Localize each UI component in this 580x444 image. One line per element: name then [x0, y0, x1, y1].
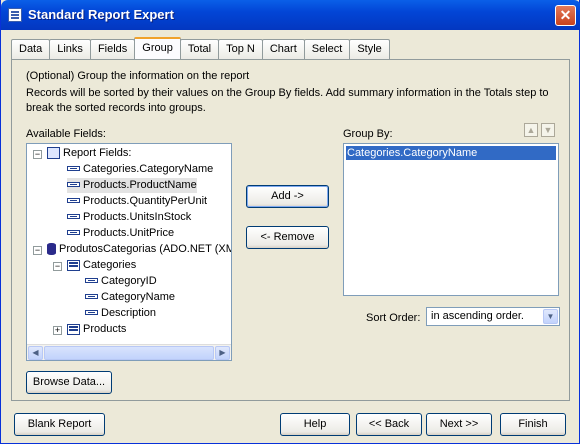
- scroll-right-icon[interactable]: ▶: [215, 346, 230, 360]
- tab-select[interactable]: Select: [303, 39, 351, 59]
- browse-data-button[interactable]: Browse Data...: [26, 371, 112, 394]
- tree-node-report-fields[interactable]: Report Fields:: [47, 146, 131, 161]
- group-by-label: Group By:: [343, 128, 393, 140]
- tree-node-categories[interactable]: Categories: [67, 258, 136, 273]
- tree-node-field[interactable]: CategoryID: [85, 274, 157, 289]
- field-icon: [67, 197, 80, 203]
- tree-node-field[interactable]: Description: [85, 306, 156, 321]
- description-title: (Optional) Group the information on the …: [26, 70, 250, 82]
- move-up-icon[interactable]: ▲: [524, 123, 538, 137]
- tab-group[interactable]: Group: [134, 37, 181, 59]
- tree-node-products[interactable]: Products: [67, 322, 126, 337]
- field-icon: [67, 181, 80, 187]
- available-fields-tree[interactable]: − Report Fields: Categories.CategoryName…: [26, 143, 232, 361]
- field-icon: [67, 165, 80, 171]
- next-button[interactable]: Next >>: [426, 413, 492, 436]
- scrollbar-thumb[interactable]: [44, 346, 214, 360]
- tab-strip: Data Links Fields Group Total Top N Char…: [11, 37, 390, 59]
- tree-node-field[interactable]: CategoryName: [85, 290, 175, 305]
- tab-data[interactable]: Data: [11, 39, 51, 59]
- scroll-left-icon[interactable]: ◀: [28, 346, 43, 360]
- blank-report-button[interactable]: Blank Report: [14, 413, 105, 436]
- add-button[interactable]: Add ->: [246, 185, 329, 208]
- field-icon: [67, 229, 80, 235]
- tab-style[interactable]: Style: [349, 39, 390, 59]
- title-bar[interactable]: Standard Report Expert ✕: [1, 0, 580, 30]
- field-icon: [67, 213, 80, 219]
- collapse-icon[interactable]: −: [53, 262, 62, 271]
- collapse-icon[interactable]: −: [33, 150, 42, 159]
- chevron-down-icon[interactable]: ▼: [543, 309, 558, 324]
- database-icon: [47, 243, 56, 256]
- field-icon: [85, 277, 98, 283]
- sort-order-value: in ascending order.: [431, 310, 524, 322]
- close-button[interactable]: ✕: [555, 5, 576, 26]
- sort-order-select[interactable]: in ascending order. ▼: [426, 307, 560, 326]
- tree-node-field[interactable]: Products.QuantityPerUnit: [67, 194, 207, 209]
- help-button[interactable]: Help: [280, 413, 350, 436]
- description-text: Records will be sorted by their values o…: [26, 87, 549, 114]
- report-icon: [47, 147, 60, 160]
- tree-node-field[interactable]: Products.UnitsInStock: [67, 210, 191, 225]
- tree-node-field[interactable]: Products.UnitPrice: [67, 226, 174, 241]
- field-icon: [85, 309, 98, 315]
- tree-node-field[interactable]: Products.ProductName: [67, 178, 197, 193]
- group-by-list[interactable]: Categories.CategoryName: [343, 143, 559, 296]
- tab-total[interactable]: Total: [179, 39, 220, 59]
- collapse-icon[interactable]: −: [33, 246, 42, 255]
- tree-horizontal-scrollbar[interactable]: ◀ ▶: [27, 344, 231, 360]
- field-icon: [85, 293, 98, 299]
- window-title: Standard Report Expert: [28, 7, 174, 22]
- remove-button[interactable]: <- Remove: [246, 226, 329, 249]
- close-icon: ✕: [559, 7, 572, 23]
- tab-chart[interactable]: Chart: [261, 39, 305, 59]
- finish-button[interactable]: Finish: [500, 413, 566, 436]
- app-icon: [8, 8, 22, 22]
- table-icon: [67, 259, 80, 271]
- move-down-icon[interactable]: ▼: [541, 123, 555, 137]
- table-icon: [67, 323, 80, 335]
- report-expert-window: Standard Report Expert ✕ Data Links Fiel…: [0, 0, 580, 444]
- expand-icon[interactable]: +: [53, 326, 62, 335]
- tab-fields[interactable]: Fields: [89, 39, 136, 59]
- sort-order-label: Sort Order:: [366, 312, 421, 324]
- tab-top-n[interactable]: Top N: [218, 39, 263, 59]
- tab-links[interactable]: Links: [49, 39, 91, 59]
- group-by-item[interactable]: Categories.CategoryName: [346, 146, 556, 160]
- back-button[interactable]: << Back: [356, 413, 422, 436]
- tree-node-field[interactable]: Categories.CategoryName: [67, 162, 213, 177]
- tree-node-datasource[interactable]: ProdutosCategorias (ADO.NET (XML)): [47, 242, 231, 257]
- available-fields-label: Available Fields:: [26, 128, 106, 140]
